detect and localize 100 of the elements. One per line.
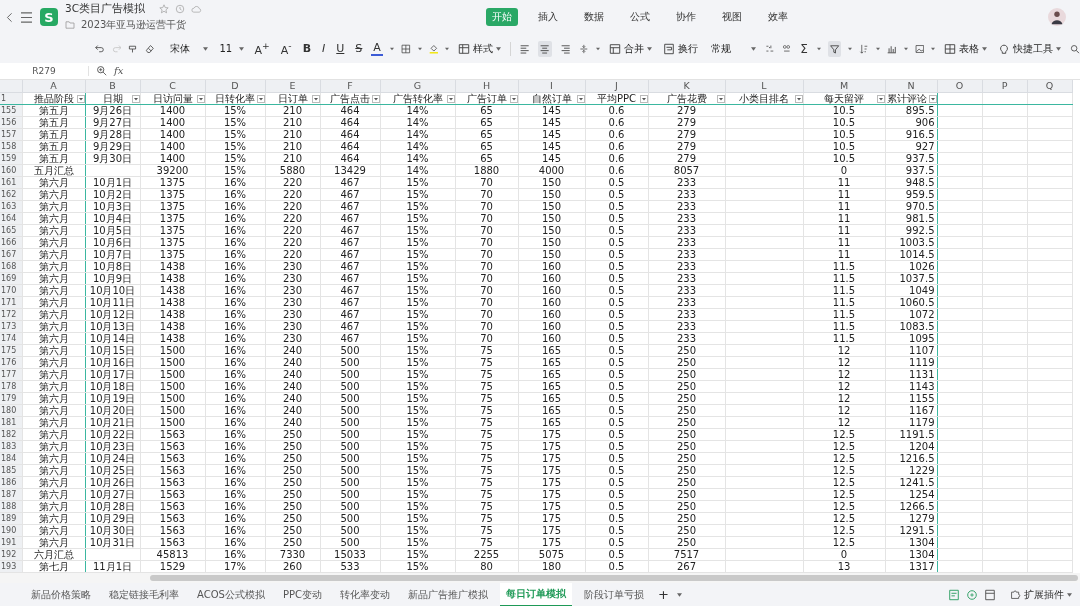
search-icon[interactable] — [1070, 42, 1080, 55]
back-icon[interactable] — [6, 11, 13, 23]
sum-button[interactable]: Σ — [798, 40, 810, 57]
quick-tools-dropdown[interactable]: 快捷工具 — [996, 39, 1064, 58]
menu-tab[interactable]: 视图 — [716, 8, 748, 27]
font-color-button[interactable]: A — [371, 41, 383, 57]
table-cell: 16% — [223, 273, 247, 284]
caret-icon[interactable] — [595, 46, 600, 51]
table-cell: 220 — [282, 249, 303, 260]
sheet-tab[interactable]: 转化率变动 — [333, 583, 396, 606]
avatar-icon[interactable] — [1048, 8, 1066, 27]
table-cell: 250 — [282, 465, 303, 476]
menu-tab[interactable]: 公式 — [624, 8, 656, 27]
menu-tab[interactable]: 效率 — [762, 8, 794, 27]
caret-icon[interactable] — [389, 46, 394, 51]
table-cell: 12 — [837, 417, 851, 428]
zoom-icon[interactable] — [96, 65, 107, 77]
table-cell: 240 — [282, 345, 303, 356]
table-dropdown[interactable]: 表格 — [942, 39, 990, 58]
sheet-tab[interactable]: 每日订单模拟 — [499, 582, 572, 606]
folder-path[interactable]: 2023年亚马逊运营干货 — [81, 18, 187, 33]
name-box[interactable]: R279 — [0, 65, 89, 76]
function-label[interactable]: fx — [114, 65, 124, 77]
filter-dropdown-icon[interactable] — [131, 95, 139, 104]
filter-dropdown-icon[interactable] — [509, 95, 517, 104]
strikethrough-button[interactable]: S — [353, 41, 365, 57]
star-icon[interactable] — [159, 4, 169, 15]
caret-icon[interactable] — [848, 46, 853, 51]
filter-dropdown-icon[interactable] — [196, 95, 204, 104]
table-cell: 0.5 — [608, 321, 625, 332]
decrease-font-button[interactable]: A$^{-}$ — [278, 39, 294, 59]
sheet-tab[interactable]: 阶段订单亏损 — [577, 583, 650, 606]
table-cell: 250 — [676, 369, 697, 380]
table-cell: 10.5 — [832, 129, 856, 140]
filter-dropdown-icon[interactable] — [256, 95, 264, 104]
table-cell: 5880 — [279, 165, 306, 176]
underline-button[interactable]: U — [334, 41, 347, 57]
extensions-button[interactable]: 扩展插件 — [1010, 587, 1072, 602]
table-cell: 250 — [676, 357, 697, 368]
wrap-text-button[interactable]: 换行 — [660, 39, 700, 58]
filter-dropdown-icon[interactable] — [716, 95, 724, 104]
filter-dropdown-icon[interactable] — [76, 95, 84, 104]
increase-font-button[interactable]: A$^{+}$ — [252, 39, 272, 59]
filter-dropdown-icon[interactable] — [576, 95, 584, 104]
add-sheet-button[interactable]: + — [655, 587, 671, 602]
cell-style-dropdown[interactable]: 样式 — [456, 39, 504, 58]
table-cell: 1529 — [159, 561, 186, 572]
eraser-icon[interactable] — [145, 42, 155, 55]
sheet-tab[interactable]: 稳定链接毛利率 — [103, 583, 185, 606]
caret-icon[interactable] — [445, 46, 450, 51]
caret-icon[interactable] — [903, 46, 908, 51]
scrollbar-thumb[interactable] — [150, 575, 1078, 582]
caret-icon[interactable] — [816, 46, 821, 51]
filter-dropdown-icon[interactable] — [639, 95, 647, 104]
menu-icon[interactable] — [20, 11, 33, 23]
filter-dropdown-icon[interactable] — [371, 95, 379, 104]
fill-color-icon[interactable] — [428, 42, 439, 55]
bold-button[interactable]: B — [300, 41, 314, 57]
undo-icon[interactable] — [95, 42, 105, 55]
table-cell: 250 — [282, 477, 303, 488]
filter-icon[interactable] — [827, 40, 842, 57]
table-cell: 12.5 — [832, 441, 856, 452]
caret-icon[interactable] — [931, 46, 936, 51]
menu-tab[interactable]: 插入 — [532, 8, 564, 27]
table-cell: 150 — [541, 249, 562, 260]
number-format-dropdown[interactable]: 常规 — [706, 39, 758, 58]
table-cell: 233 — [676, 321, 697, 332]
filter-dropdown-icon[interactable] — [311, 95, 319, 104]
merge-dropdown[interactable]: 合并 — [606, 39, 654, 58]
horizontal-scrollbar[interactable] — [0, 573, 1080, 583]
align-center-icon[interactable] — [538, 40, 552, 57]
menu-tab[interactable]: 协作 — [670, 8, 702, 27]
filter-dropdown-icon[interactable] — [928, 95, 936, 104]
table-cell: 75 — [480, 489, 493, 500]
vertical-align-icon[interactable] — [579, 42, 589, 55]
caret-icon[interactable] — [676, 592, 682, 597]
table-cell: 10月31日 — [89, 537, 136, 548]
table-cell: 1037.5 — [899, 273, 935, 284]
decrease-decimal-icon[interactable] — [781, 42, 792, 55]
caret-icon[interactable] — [875, 46, 880, 51]
filter-dropdown-icon[interactable] — [794, 95, 802, 104]
table-cell: 15% — [406, 369, 429, 380]
menu-tab[interactable]: 数据 — [578, 8, 610, 27]
sheet-tab[interactable]: 新品广告推广模拟 — [401, 583, 494, 606]
sort-icon[interactable] — [859, 42, 869, 55]
filter-dropdown-icon[interactable] — [876, 95, 884, 104]
image-icon[interactable] — [914, 42, 925, 55]
sheet-tab[interactable]: PPC变动 — [276, 583, 328, 606]
table-cell: 145 — [541, 117, 562, 128]
italic-button[interactable]: I — [320, 41, 328, 57]
font-size-dropdown[interactable]: 11 — [217, 41, 246, 57]
borders-icon[interactable] — [400, 42, 411, 55]
font-dropdown[interactable]: 宋体 — [161, 39, 211, 58]
table-cell: 0.5 — [608, 561, 625, 572]
caret-icon[interactable] — [417, 46, 422, 51]
table-cell: 464 — [340, 117, 360, 128]
table-cell: 12.5 — [832, 525, 856, 536]
sheet-tab[interactable]: ACOS公式模拟 — [191, 583, 271, 606]
sheet-tab[interactable]: 新品价格策略 — [25, 583, 97, 606]
filter-dropdown-icon[interactable] — [446, 95, 454, 104]
